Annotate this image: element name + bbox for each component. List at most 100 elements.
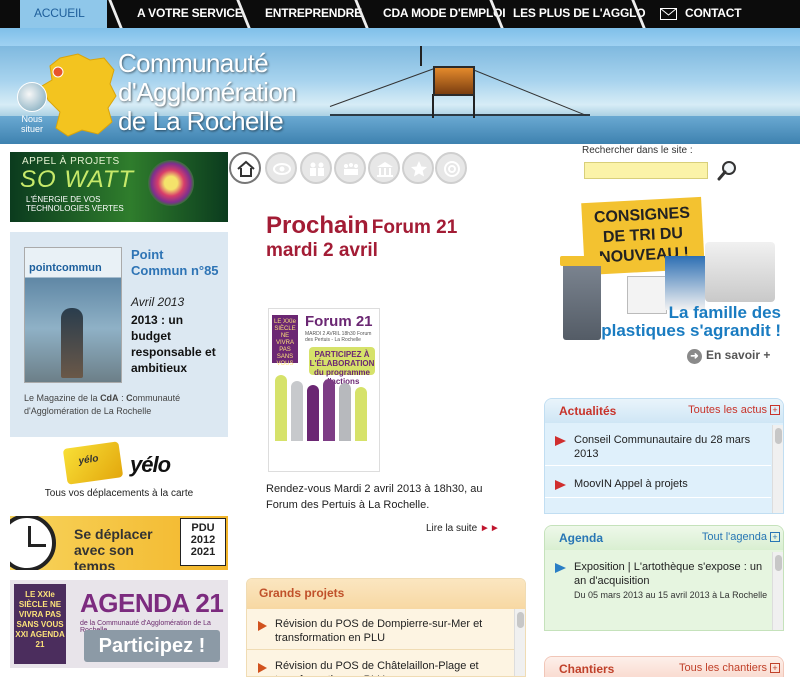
agenda21-participate-button[interactable]: Participez ! bbox=[84, 630, 220, 662]
pier-pole bbox=[432, 94, 434, 118]
fishing-net-wire bbox=[474, 70, 587, 116]
globe-icon bbox=[17, 82, 47, 112]
poster-title: Forum 21 bbox=[305, 313, 373, 330]
read-more-link[interactable]: Lire la suite ►► bbox=[426, 523, 500, 534]
actualites-header: Actualités Toutes les actus + bbox=[545, 399, 783, 423]
agenda-panel: Agenda Tout l'agenda + Exposition | L'ar… bbox=[544, 525, 784, 631]
fishing-net-wire bbox=[329, 68, 434, 107]
magazine-caption: Le Magazine de la CdA : Communauté d'Agg… bbox=[24, 393, 181, 416]
poster-tag: LE XXIe SIÈCLE NE VIVRA PAS SANS VOUS bbox=[272, 315, 298, 367]
news-item[interactable]: Conseil Communautaire du 28 mars 2013 bbox=[553, 433, 768, 461]
agenda21-title: AGENDA 21 bbox=[80, 588, 224, 618]
magazine-date: Avril 2013 bbox=[131, 295, 185, 309]
actualites-title: Actualités bbox=[559, 404, 617, 418]
magazine-panel: pointcommun Point Commun n°85 Avril 2013… bbox=[10, 232, 228, 437]
at-icon[interactable] bbox=[435, 152, 467, 184]
all-agenda-link[interactable]: Tout l'agenda bbox=[702, 531, 767, 543]
fishing-hut bbox=[433, 66, 475, 96]
event-title-rest: Forum 21 bbox=[371, 217, 458, 238]
title-line-1: Communauté bbox=[118, 48, 269, 78]
home-icon[interactable] bbox=[229, 152, 261, 184]
agenda-header: Agenda Tout l'agenda + bbox=[545, 526, 783, 550]
people-icon[interactable] bbox=[300, 152, 332, 184]
magazine-cover[interactable]: pointcommun bbox=[24, 247, 122, 383]
poster-figure bbox=[323, 379, 335, 441]
search-label: Rechercher dans le site : bbox=[582, 145, 693, 156]
agenda-title: Agenda bbox=[559, 531, 604, 545]
recycling-bin-image bbox=[560, 256, 604, 340]
envelope-icon bbox=[660, 8, 677, 20]
search-input[interactable] bbox=[584, 162, 708, 179]
yelo-logo: yélo bbox=[130, 452, 171, 477]
all-chantiers-link[interactable]: Tous les chantiers bbox=[679, 662, 767, 674]
nav-separator bbox=[635, 0, 645, 28]
site-title[interactable]: Communauté d'Agglomération de La Rochell… bbox=[118, 48, 297, 136]
magazine-cover-logo: pointcommun bbox=[29, 262, 102, 274]
magazine-headline: 2013 : un budget responsable et ambitieu… bbox=[131, 313, 216, 375]
event-date: mardi 2 avril bbox=[266, 240, 378, 261]
pier-pole bbox=[420, 46, 422, 66]
star-icon[interactable] bbox=[402, 152, 434, 184]
header-banner: Nous situer Communauté d'Agglomération d… bbox=[0, 46, 800, 144]
nav-separator bbox=[240, 0, 250, 28]
yelo-card-image: yélo bbox=[62, 441, 124, 485]
search-icon[interactable] bbox=[717, 159, 739, 181]
grands-projets-title: Grands projets bbox=[247, 579, 525, 609]
divider bbox=[545, 465, 771, 466]
pdu-badge: PDU 2012 2021 bbox=[180, 518, 226, 566]
event-heading[interactable]: Prochain Forum 21 mardi 2 avril bbox=[266, 212, 526, 262]
forum21-poster[interactable]: LE XXIe SIÈCLE NE VIVRA PAS SANS VOUS Fo… bbox=[268, 308, 380, 472]
poster-figure bbox=[355, 387, 367, 441]
locate-label: Nous situer bbox=[20, 114, 43, 134]
title-line-2: d'Agglomération bbox=[118, 77, 297, 107]
sowatt-banner[interactable]: APPEL À PROJETS SO WATT L'ÉNERGIE DE VOS… bbox=[10, 152, 228, 222]
agenda-item[interactable]: Exposition | L'artothèque s'expose : un … bbox=[553, 560, 768, 602]
yelo-caption: Tous vos déplacements à la carte bbox=[44, 488, 194, 499]
scrollbar[interactable] bbox=[772, 425, 783, 513]
nav-cda-mode-emploi[interactable]: CDA MODE D'EMPLOI bbox=[383, 0, 506, 28]
community-icon[interactable] bbox=[334, 152, 366, 184]
chantiers-title: Chantiers bbox=[559, 662, 615, 676]
list-item[interactable]: Révision du POS de Châtelaillon-Plage et… bbox=[255, 659, 510, 676]
plus-icon[interactable]: + bbox=[770, 405, 780, 415]
nav-a-votre-service[interactable]: A VOTRE SERVICE bbox=[137, 0, 243, 28]
agenda21-badge: LE XXIe SIÈCLE NE VIVRA PAS SANS VOUS XX… bbox=[14, 584, 66, 664]
tri-more-link[interactable]: ➜ En savoir + bbox=[687, 348, 770, 364]
nav-accueil[interactable]: ACCUEIL bbox=[20, 0, 107, 28]
nav-contact[interactable]: CONTACT bbox=[660, 0, 742, 28]
nav-separator bbox=[493, 0, 503, 28]
pier bbox=[330, 114, 590, 116]
chantiers-header: Chantiers Tous les chantiers + bbox=[545, 657, 783, 677]
sowatt-line-3: L'ÉNERGIE DE VOS TECHNOLOGIES VERTES bbox=[26, 195, 124, 213]
agenda21-banner[interactable]: LE XXIe SIÈCLE NE VIVRA PAS SANS VOUS XX… bbox=[10, 580, 228, 668]
title-line-3: de La Rochelle bbox=[118, 106, 284, 136]
tri-banner[interactable]: CONSIGNES DE TRI DU NOUVEAU ! La famille… bbox=[545, 196, 781, 374]
poster-figure bbox=[291, 381, 303, 441]
magazine-cover-photo bbox=[61, 308, 83, 378]
plus-icon[interactable]: + bbox=[770, 663, 780, 673]
nav-separator bbox=[112, 0, 122, 28]
locate-button[interactable]: Nous situer bbox=[13, 82, 51, 134]
plus-icon[interactable]: + bbox=[770, 532, 780, 542]
list-item[interactable]: Révision du POS de Dompierre-sur-Mer et … bbox=[255, 617, 510, 645]
eye-icon[interactable] bbox=[265, 152, 297, 184]
news-item[interactable]: MoovIN Appel à projets bbox=[553, 477, 768, 491]
magazine-title[interactable]: Point Commun n°85 bbox=[131, 247, 221, 279]
scrollbar[interactable] bbox=[772, 552, 783, 630]
product-image bbox=[705, 242, 775, 302]
poster-subtitle: MARDI 2 AVRIL 18h30 Forum des Pertuis - … bbox=[305, 331, 372, 343]
all-news-link[interactable]: Toutes les actus bbox=[688, 404, 767, 416]
double-arrow-icon: ►► bbox=[479, 523, 500, 534]
tri-message: La famille des plastiques s'agrandit ! bbox=[601, 303, 781, 340]
chantiers-panel: Chantiers Tous les chantiers + bbox=[544, 656, 784, 677]
pdu-banner[interactable]: Se déplacer avec son temps PDU 2012 2021 bbox=[10, 516, 228, 570]
actualites-panel: Actualités Toutes les actus + Conseil Co… bbox=[544, 398, 784, 514]
nav-les-plus-agglo[interactable]: LES PLUS DE L'AGGLO bbox=[513, 0, 646, 28]
building-icon[interactable] bbox=[368, 152, 400, 184]
agenda-item-dates: Du 05 mars 2013 au 15 avril 2013 à La Ro… bbox=[574, 590, 768, 600]
yelo-banner[interactable]: yélo yélo Tous vos déplacements à la car… bbox=[10, 440, 228, 506]
nav-entreprendre[interactable]: ENTREPRENDRE bbox=[265, 0, 362, 28]
poster-bubble: PARTICIPEZ À L'ÉLABORATION du programme … bbox=[309, 347, 375, 386]
scrollbar[interactable] bbox=[514, 609, 525, 676]
sowatt-flower-graphic bbox=[148, 160, 194, 206]
